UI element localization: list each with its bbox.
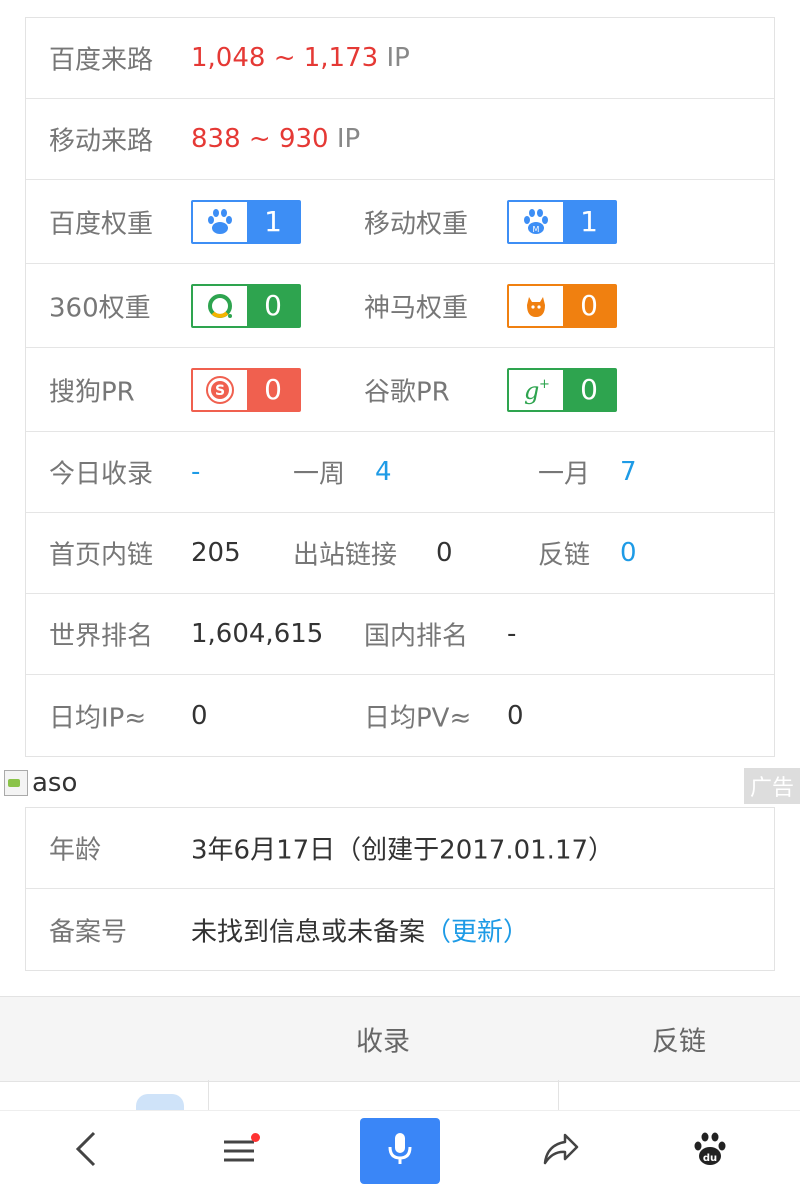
table-divider (208, 1080, 209, 1110)
sogou-logo-icon: S (193, 369, 247, 410)
menu-icon (222, 1133, 260, 1167)
daily-pv-label: 日均PV≈ (364, 703, 472, 733)
share-arrow-icon (541, 1131, 581, 1171)
microphone-icon (386, 1131, 414, 1171)
sogou-pr-label: 搜狗PR (49, 377, 135, 407)
ad-broken-image[interactable]: aso (4, 768, 77, 798)
rank-row: 世界排名 1,604,615 国内排名 - (26, 594, 774, 675)
records-table-peek (0, 1080, 800, 1114)
stats-card: 百度来路 1,048 ~ 1,173 IP 移动来路 838 ~ 930 IP … (25, 17, 775, 757)
shenma-weight-label: 神马权重 (364, 293, 469, 323)
ad-banner[interactable]: aso 广告 (0, 760, 800, 806)
google-pr-badge[interactable]: g + 0 (507, 367, 617, 412)
backlinks-label: 反链 (538, 540, 591, 571)
shenma-weight-value: 0 (563, 285, 615, 326)
mobile-weight-badge[interactable]: M 1 (507, 199, 617, 244)
ad-alt-text: aso (32, 768, 78, 798)
tab-index[interactable]: 收录 (356, 1020, 410, 1059)
weight-row-3: 搜狗PR S 0 谷歌PR g + 0 (26, 348, 774, 432)
bottom-toolbar: du (0, 1110, 800, 1191)
table-divider (558, 1080, 559, 1110)
svg-text:g: g (524, 377, 539, 405)
daily-pv-value: 0 (507, 700, 524, 731)
baidu-weight-value: 1 (247, 201, 299, 242)
week-index-label: 一周 (293, 459, 346, 490)
index-row: 今日收录 - 一周 4 一月 7 (26, 432, 774, 513)
daily-ip-value: 0 (191, 700, 208, 731)
360-weight-label: 360权重 (49, 293, 151, 323)
notification-dot (251, 1133, 260, 1142)
google-pr-value: 0 (563, 369, 615, 410)
svg-text:S: S (215, 383, 225, 399)
tab-backlinks[interactable]: 反链 (652, 1020, 706, 1059)
records-tab-header: 收录 反链 (0, 996, 800, 1082)
domestic-rank-value: - (507, 619, 517, 649)
baidu-traffic-value: 1,048 ~ 1,173 (191, 43, 379, 73)
internal-links-label: 首页内链 (49, 540, 154, 571)
baidu-traffic-row: 百度来路 1,048 ~ 1,173 IP (26, 18, 774, 99)
mobile-weight-label: 移动权重 (364, 209, 469, 239)
icp-row: 备案号 未找到信息或未备案（更新） (26, 889, 774, 970)
today-index-value[interactable]: - (191, 457, 200, 487)
weight-row-2: 360权重 0 神马权重 0 (26, 264, 774, 348)
age-value: 3年6月17日（创建于2017.01.17） (191, 835, 615, 866)
sogou-pr-value: 0 (247, 369, 299, 410)
back-arrow-icon (72, 1129, 100, 1173)
baidu-du-icon: du (692, 1131, 728, 1171)
outbound-links-label: 出站链接 (293, 540, 398, 571)
shenma-weight-badge[interactable]: 0 (507, 283, 617, 328)
age-label: 年龄 (49, 835, 102, 866)
week-index-value[interactable]: 4 (375, 457, 392, 487)
share-button[interactable] (541, 1131, 581, 1171)
daily-ip-label: 日均IP≈ (49, 703, 147, 733)
internal-links-value: 205 (191, 538, 241, 568)
icp-label: 备案号 (49, 917, 128, 947)
baidu-weight-label: 百度权重 (49, 209, 154, 239)
month-index-value[interactable]: 7 (620, 457, 637, 487)
mobile-traffic-row: 移动来路 838 ~ 930 IP (26, 99, 774, 180)
google-plus-icon: g + (509, 369, 563, 410)
domain-info-card: 年龄 3年6月17日（创建于2017.01.17） 备案号 未找到信息或未备案（… (25, 807, 775, 971)
mobile-traffic-unit: IP (336, 124, 361, 154)
month-index-label: 一月 (538, 459, 591, 490)
ad-tag: 广告 (743, 768, 800, 804)
icp-update-link[interactable]: （更新） (425, 917, 529, 947)
world-rank-value: 1,604,615 (191, 619, 324, 649)
outbound-links-value: 0 (436, 538, 453, 568)
links-row: 首页内链 205 出站链接 0 反链 0 (26, 513, 774, 594)
world-rank-label: 世界排名 (49, 621, 154, 652)
mobile-weight-value: 1 (563, 201, 615, 242)
baidu-home-button[interactable]: du (692, 1131, 728, 1171)
mobile-traffic-label: 移动来路 (49, 126, 154, 157)
menu-button[interactable] (222, 1133, 260, 1167)
baidu-mobile-paw-icon: M (509, 201, 563, 242)
icp-value: 未找到信息或未备案 (191, 917, 426, 947)
backlinks-value[interactable]: 0 (620, 538, 637, 568)
baidu-paw-icon (193, 201, 247, 242)
google-pr-label: 谷歌PR (364, 377, 450, 407)
mobile-traffic-value: 838 ~ 930 (191, 124, 329, 154)
daily-row: 日均IP≈ 0 日均PV≈ 0 (26, 675, 774, 756)
baidu-traffic-unit: IP (386, 43, 410, 73)
shenma-horse-icon (509, 285, 563, 326)
baidu-traffic-label: 百度来路 (49, 45, 154, 76)
svg-text:M: M (533, 225, 540, 234)
today-index-label: 今日收录 (49, 459, 154, 490)
broken-image-icon (4, 770, 28, 796)
360-weight-badge[interactable]: 0 (191, 283, 301, 328)
svg-text:du: du (703, 1153, 717, 1164)
360-logo-icon (193, 285, 247, 326)
domestic-rank-label: 国内排名 (364, 621, 469, 652)
voice-search-button[interactable] (360, 1118, 440, 1184)
svg-text:+: + (539, 377, 550, 392)
sogou-pr-badge[interactable]: S 0 (191, 367, 301, 412)
weight-row-1: 百度权重 1 移动权重 M 1 (26, 180, 774, 264)
360-weight-value: 0 (247, 285, 299, 326)
back-button[interactable] (72, 1129, 100, 1173)
age-row: 年龄 3年6月17日（创建于2017.01.17） (26, 808, 774, 889)
baidu-weight-badge[interactable]: 1 (191, 199, 301, 244)
